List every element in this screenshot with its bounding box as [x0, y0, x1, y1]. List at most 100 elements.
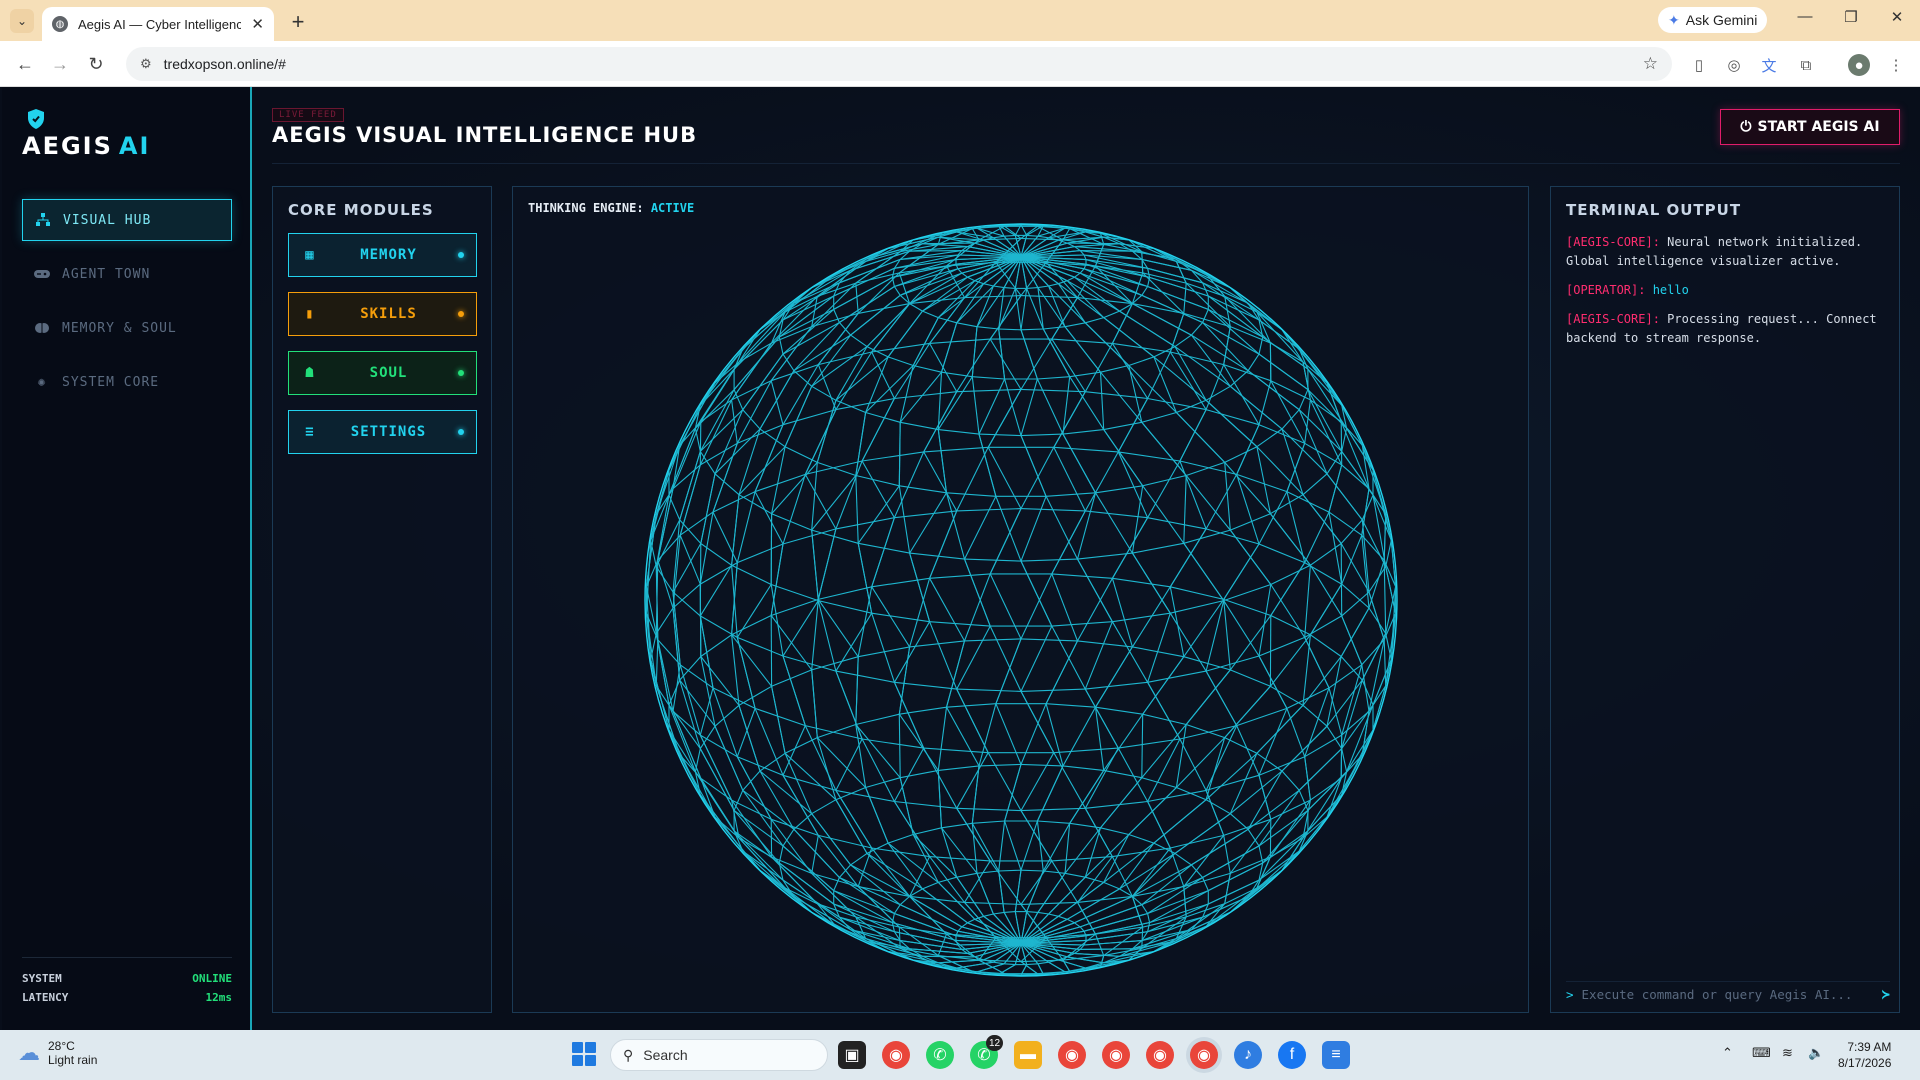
chevron-down-icon: ⌄ — [16, 14, 28, 28]
google-translate-icon[interactable]: 文 — [1758, 54, 1780, 76]
live-feed-badge: LIVE FEED — [272, 108, 344, 122]
reload-icon[interactable]: ↻ — [83, 51, 109, 77]
temperature: 28°C — [48, 1039, 75, 1053]
window-close-icon[interactable]: ✕ — [1882, 8, 1912, 26]
chip-icon: ▦ — [305, 247, 315, 263]
browser-tab[interactable]: ◍ Aegis AI — Cyber Intelligence & ✕ — [42, 7, 274, 41]
module-skills-button[interactable]: ▮ SKILLS — [288, 292, 477, 336]
forward-icon[interactable]: → — [47, 51, 73, 77]
windows-taskbar: ☁ 28°C Light rain ⚲ Search ▣ ◉ ✆ ✆ 12 ▬ … — [0, 1030, 1920, 1080]
module-label: MEMORY — [360, 247, 417, 263]
start-aegis-button[interactable]: ⏻ START AEGIS AI — [1720, 109, 1900, 145]
rain-cloud-icon: ☁ — [18, 1040, 40, 1065]
brand-name: AEGIS — [22, 132, 113, 160]
terminal-panel: TERMINAL OUTPUT [AEGIS-CORE]: Neural net… — [1550, 186, 1900, 1013]
terminal-send-icon[interactable]: ≻ — [1882, 987, 1890, 1003]
brand-logo: AEGIS AI — [22, 132, 150, 160]
new-tab-button[interactable]: + — [284, 8, 312, 36]
weather-desc: Light rain — [48, 1053, 98, 1067]
clock-date: 8/17/2026 — [1838, 1056, 1892, 1070]
aegis-app: AEGIS AI VISUAL HUB AGENT TOWN MEMORY & S… — [0, 87, 1920, 1030]
panel-title: CORE MODULES — [288, 201, 434, 219]
terminal-log: [AEGIS-CORE]: Neural network initialized… — [1566, 233, 1884, 358]
gear-icon: ✺ — [37, 374, 47, 390]
terminal-line: [AEGIS-CORE]: Neural network initialized… — [1566, 233, 1884, 271]
weather-widget[interactable]: ☁ 28°C Light rain — [18, 1039, 97, 1067]
power-icon: ⏻ — [1740, 119, 1752, 135]
module-soul-button[interactable]: ☗ SOUL — [288, 351, 477, 395]
wireframe-globe[interactable] — [631, 210, 1411, 990]
url-text: tredxopson.online/# — [163, 56, 286, 72]
system-clock[interactable]: 7:39 AM 8/17/2026 — [1838, 1039, 1891, 1071]
notepad-icon[interactable]: ≡ — [1322, 1041, 1350, 1069]
whatsapp-icon[interactable]: ✆ — [926, 1041, 954, 1069]
address-bar[interactable]: ⚙ tredxopson.online/# ☆ — [126, 47, 1672, 81]
translate-globe-icon[interactable]: ◎ — [1723, 54, 1745, 76]
nav-agent-town[interactable]: AGENT TOWN — [22, 253, 232, 295]
terminal-tag: [AEGIS-CORE]: — [1566, 235, 1660, 249]
search-label: Search — [643, 1047, 688, 1063]
nav-system-core[interactable]: ✺ SYSTEM CORE — [22, 361, 232, 403]
page-title: AEGIS VISUAL INTELLIGENCE HUB — [272, 123, 698, 147]
terminal-text: hello — [1645, 283, 1689, 297]
windows-start-icon[interactable] — [572, 1042, 596, 1066]
minimize-icon[interactable]: — — [1790, 8, 1820, 25]
sitemap-icon — [35, 212, 51, 228]
sparkle-icon: ✦ — [1668, 11, 1680, 28]
reading-mode-icon[interactable]: ▯ — [1688, 54, 1710, 76]
globe-icon: ◍ — [52, 16, 68, 32]
brand-suffix: AI — [118, 132, 151, 160]
chrome-active-icon[interactable]: ◉ — [1190, 1041, 1218, 1069]
header-divider — [272, 163, 1900, 164]
task-view-icon[interactable]: ▣ — [838, 1041, 866, 1069]
module-label: SKILLS — [360, 306, 417, 322]
notification-badge: 12 — [986, 1035, 1004, 1051]
status-latency: LATENCY 12ms — [22, 991, 232, 1004]
status-dot — [458, 311, 464, 317]
extensions-icon[interactable]: ⧉ — [1795, 54, 1817, 76]
keyboard-icon[interactable]: ⌨ — [1752, 1045, 1771, 1061]
facebook-icon[interactable]: f — [1278, 1041, 1306, 1069]
module-settings-button[interactable]: ≡ SETTINGS — [288, 410, 477, 454]
divider — [22, 957, 232, 958]
status-dot — [458, 252, 464, 258]
status-value: 12ms — [205, 991, 233, 1004]
nav-memory-soul[interactable]: MEMORY & SOUL — [22, 307, 232, 349]
profile-avatar-icon[interactable]: ● — [1848, 54, 1870, 76]
tab-search-button[interactable]: ⌄ — [10, 9, 34, 33]
engine-label-text: THINKING ENGINE: — [528, 201, 644, 215]
gamepad-icon — [34, 266, 50, 282]
status-key: LATENCY — [22, 991, 69, 1004]
chrome-profile-icon[interactable]: ◉ — [1058, 1041, 1086, 1069]
terminal-input-row: > ≻ — [1566, 981, 1890, 1003]
taskbar-search[interactable]: ⚲ Search — [610, 1039, 828, 1071]
close-icon[interactable]: ✕ — [251, 15, 264, 33]
chrome-profile-icon[interactable]: ◉ — [1146, 1041, 1174, 1069]
restore-icon[interactable]: ❐ — [1836, 8, 1866, 26]
chevron-up-icon[interactable]: ⌃ — [1722, 1045, 1733, 1061]
status-system: SYSTEM ONLINE — [22, 972, 232, 985]
star-icon[interactable]: ☆ — [1643, 54, 1658, 74]
nav-label: VISUAL HUB — [63, 212, 152, 228]
module-memory-button[interactable]: ▦ MEMORY — [288, 233, 477, 277]
back-icon[interactable]: ← — [12, 51, 38, 77]
sidebar: AEGIS AI VISUAL HUB AGENT TOWN MEMORY & S… — [2, 87, 252, 1030]
wifi-icon[interactable]: ≋ — [1782, 1045, 1793, 1061]
status-dot — [458, 429, 464, 435]
volume-icon[interactable]: 🔈 — [1808, 1045, 1824, 1061]
nav-label: SYSTEM CORE — [62, 374, 160, 390]
terminal-tag: [OPERATOR]: — [1566, 283, 1646, 297]
nav-visual-hub[interactable]: VISUAL HUB — [22, 199, 232, 241]
prompt-symbol: > — [1566, 987, 1574, 1002]
command-input[interactable] — [1581, 987, 1874, 1002]
more-menu-icon[interactable]: ⋮ — [1885, 54, 1907, 76]
status-dot — [458, 370, 464, 376]
brain-icon — [34, 320, 50, 336]
music-icon[interactable]: ♪ — [1234, 1041, 1262, 1069]
site-info-icon[interactable]: ⚙ — [140, 56, 152, 72]
chrome-profile-icon[interactable]: ◉ — [1102, 1041, 1130, 1069]
module-label: SOUL — [369, 365, 408, 381]
ask-gemini-button[interactable]: ✦ Ask Gemini — [1658, 7, 1768, 33]
file-explorer-icon[interactable]: ▬ — [1014, 1041, 1042, 1069]
chrome-icon[interactable]: ◉ — [882, 1041, 910, 1069]
